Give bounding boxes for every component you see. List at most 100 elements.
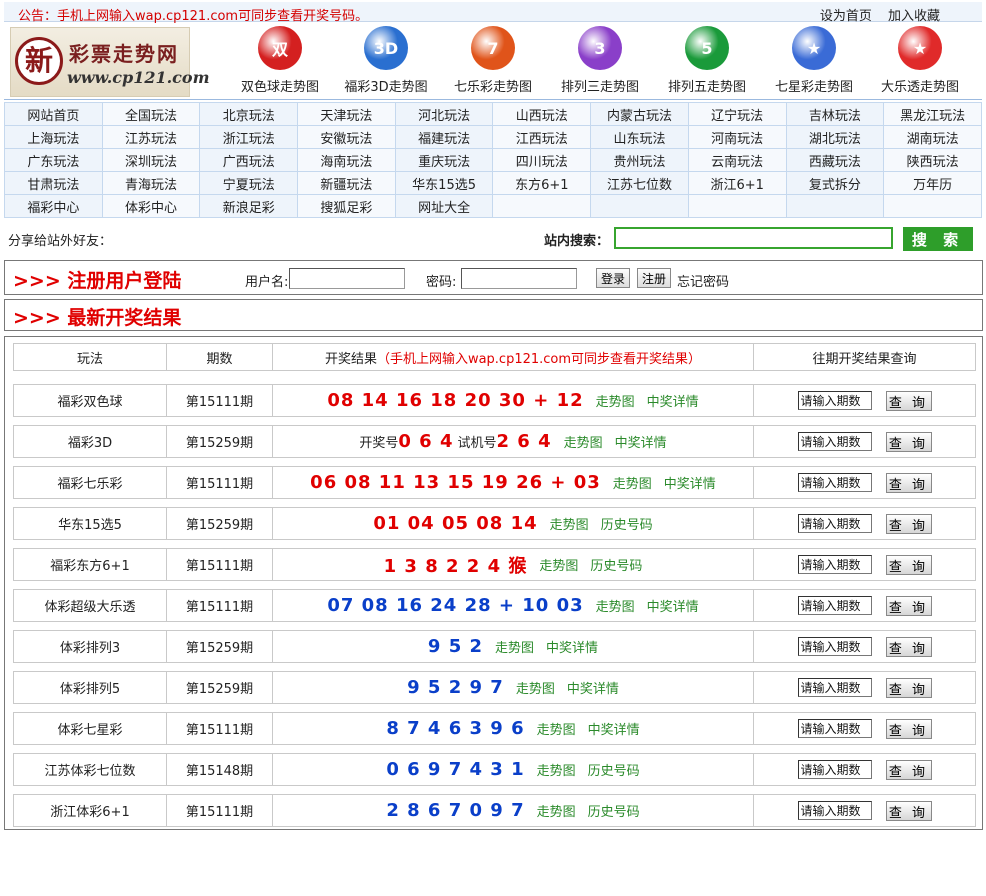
nav-item[interactable]: 江苏七位数 — [590, 171, 689, 195]
nav-item[interactable]: 网址大全 — [394, 194, 494, 218]
query-button[interactable]: 查 询 — [885, 800, 932, 821]
lottery-link[interactable]: 3D 福彩3D走势图 — [336, 26, 436, 95]
query-button[interactable]: 查 询 — [885, 636, 932, 657]
nav-item[interactable]: 黑龙江玩法 — [883, 102, 982, 126]
nav-item[interactable]: 内蒙古玩法 — [590, 102, 689, 126]
trend-chart-link[interactable]: 走势图 — [550, 514, 589, 533]
nav-item[interactable]: 网站首页 — [4, 102, 103, 126]
issue-query-input[interactable] — [797, 596, 872, 615]
trend-chart-link[interactable]: 走势图 — [596, 391, 635, 410]
issue-query-input[interactable] — [797, 760, 872, 779]
detail-link[interactable]: 历史号码 — [601, 514, 653, 533]
lottery-link[interactable]: ★ 七星彩走势图 — [764, 26, 864, 95]
lottery-link[interactable]: ★ 大乐透走势图 — [870, 26, 970, 95]
nav-item[interactable]: 全国玩法 — [101, 102, 201, 126]
nav-item[interactable]: 深圳玩法 — [101, 148, 201, 172]
nav-item[interactable]: 吉林玩法 — [785, 102, 885, 126]
issue-query-input[interactable] — [797, 555, 872, 574]
nav-item[interactable]: 新浪足彩 — [199, 194, 299, 218]
nav-item[interactable]: 广西玩法 — [199, 148, 299, 172]
nav-item[interactable]: 新疆玩法 — [297, 171, 396, 195]
password-input[interactable] — [461, 268, 577, 289]
trend-chart-link[interactable]: 走势图 — [516, 678, 555, 697]
nav-item[interactable]: 重庆玩法 — [394, 148, 494, 172]
lottery-link[interactable]: 5 排列五走势图 — [657, 26, 757, 95]
query-button[interactable]: 查 询 — [885, 472, 932, 493]
lottery-link[interactable]: 7 七乐彩走势图 — [443, 26, 543, 95]
trend-chart-link[interactable]: 走势图 — [539, 555, 578, 574]
register-button[interactable]: 注册 — [637, 268, 672, 288]
trend-chart-link[interactable]: 走势图 — [537, 719, 576, 738]
nav-item[interactable]: 东方6+1 — [492, 171, 592, 195]
trend-chart-link[interactable]: 走势图 — [495, 637, 534, 656]
nav-item[interactable]: 浙江6+1 — [687, 171, 787, 195]
detail-link[interactable]: 中奖详情 — [647, 391, 699, 410]
nav-item[interactable]: 云南玩法 — [687, 148, 787, 172]
username-input[interactable] — [289, 268, 405, 289]
detail-link[interactable]: 中奖详情 — [615, 432, 667, 451]
query-button[interactable]: 查 询 — [885, 513, 932, 534]
query-button[interactable]: 查 询 — [885, 759, 932, 780]
detail-link[interactable]: 历史号码 — [588, 760, 640, 779]
query-button[interactable]: 查 询 — [885, 595, 932, 616]
nav-item[interactable]: 贵州玩法 — [590, 148, 689, 172]
search-input[interactable] — [614, 227, 893, 249]
trend-chart-link[interactable]: 走势图 — [613, 473, 652, 492]
nav-item[interactable]: 江西玩法 — [492, 125, 592, 149]
nav-item[interactable]: 浙江玩法 — [199, 125, 299, 149]
nav-item[interactable]: 天津玩法 — [297, 102, 396, 126]
query-button[interactable]: 查 询 — [885, 390, 932, 411]
detail-link[interactable]: 中奖详情 — [664, 473, 716, 492]
query-button[interactable]: 查 询 — [885, 718, 932, 739]
nav-item[interactable]: 西藏玩法 — [785, 148, 885, 172]
nav-item[interactable]: 湖南玩法 — [883, 125, 982, 149]
issue-query-input[interactable] — [797, 719, 872, 738]
nav-item[interactable]: 复式拆分 — [785, 171, 885, 195]
search-button[interactable]: 搜 索 — [903, 227, 973, 251]
trend-chart-link[interactable]: 走势图 — [596, 596, 635, 615]
query-button[interactable]: 查 询 — [885, 431, 932, 452]
nav-item[interactable]: 甘肃玩法 — [4, 171, 103, 195]
nav-item[interactable]: 宁夏玩法 — [199, 171, 299, 195]
issue-query-input[interactable] — [797, 801, 872, 820]
nav-item[interactable]: 体彩中心 — [101, 194, 201, 218]
nav-item[interactable]: 海南玩法 — [297, 148, 396, 172]
issue-query-input[interactable] — [797, 473, 872, 492]
nav-item[interactable]: 四川玩法 — [492, 148, 592, 172]
lottery-link[interactable]: 双双色球走势图 — [230, 26, 330, 95]
nav-item[interactable]: 福彩中心 — [4, 194, 103, 218]
nav-item[interactable]: 江苏玩法 — [101, 125, 201, 149]
issue-query-input[interactable] — [797, 432, 872, 451]
detail-link[interactable]: 历史号码 — [590, 555, 642, 574]
nav-item[interactable]: 上海玩法 — [4, 125, 103, 149]
nav-item[interactable]: 安徽玩法 — [297, 125, 396, 149]
nav-item[interactable]: 山西玩法 — [492, 102, 592, 126]
nav-item[interactable]: 陕西玩法 — [883, 148, 982, 172]
login-button[interactable]: 登录 — [596, 268, 631, 288]
nav-item[interactable]: 华东15选5 — [394, 171, 494, 195]
nav-item[interactable]: 广东玩法 — [4, 148, 103, 172]
nav-item[interactable]: 搜狐足彩 — [297, 194, 396, 218]
lottery-link[interactable]: 3 排列三走势图 — [550, 26, 650, 95]
trend-chart-link[interactable]: 走势图 — [537, 760, 576, 779]
query-button[interactable]: 查 询 — [885, 677, 932, 698]
query-button[interactable]: 查 询 — [885, 554, 932, 575]
detail-link[interactable]: 中奖详情 — [546, 637, 598, 656]
trend-chart-link[interactable]: 走势图 — [564, 432, 603, 451]
nav-item[interactable]: 山东玩法 — [590, 125, 689, 149]
issue-query-input[interactable] — [797, 678, 872, 697]
detail-link[interactable]: 中奖详情 — [647, 596, 699, 615]
nav-item[interactable]: 福建玩法 — [394, 125, 494, 149]
site-logo[interactable]: 新 彩票走势网 www.cp121.com — [10, 27, 210, 97]
nav-item[interactable]: 河南玩法 — [687, 125, 787, 149]
trend-chart-link[interactable]: 走势图 — [537, 801, 576, 820]
nav-item[interactable]: 北京玩法 — [199, 102, 299, 126]
issue-query-input[interactable] — [797, 514, 872, 533]
issue-query-input[interactable] — [797, 637, 872, 656]
nav-item[interactable]: 河北玩法 — [394, 102, 494, 126]
detail-link[interactable]: 历史号码 — [588, 801, 640, 820]
nav-item[interactable]: 万年历 — [883, 171, 982, 195]
detail-link[interactable]: 中奖详情 — [588, 719, 640, 738]
nav-item[interactable]: 湖北玩法 — [785, 125, 885, 149]
forgot-password-link[interactable]: 忘记密码 — [677, 271, 729, 290]
